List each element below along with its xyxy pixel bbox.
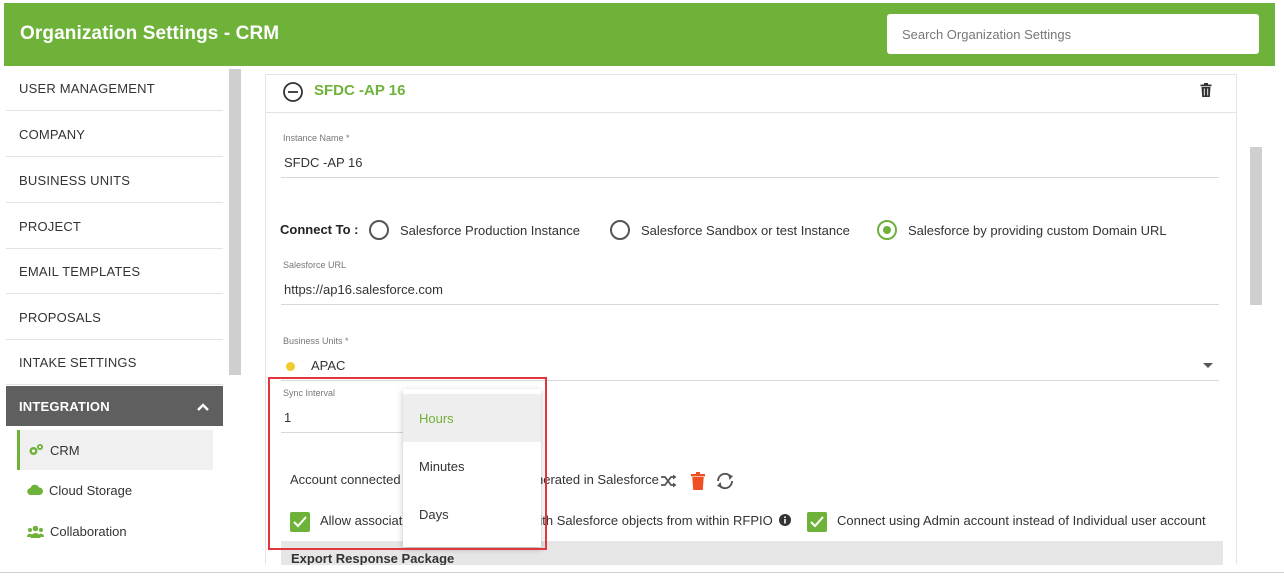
shuffle-icon[interactable] (660, 473, 678, 489)
business-units-label: Business Units * (283, 336, 349, 346)
radio-circle (610, 220, 630, 240)
instance-card-header: SFDC -AP 16 (266, 75, 1236, 113)
instance-name-underline (281, 177, 1219, 178)
radio-label: Salesforce Production Instance (400, 222, 580, 238)
sidebar-subitem-label: Collaboration (50, 523, 127, 539)
sidebar-item-business-units[interactable]: BUSINESS UNITS (6, 158, 223, 203)
radio-circle-selected (877, 220, 897, 240)
page-title: Organization Settings - CRM (20, 23, 280, 44)
chevron-up-icon (197, 403, 209, 411)
delete-icon-orange[interactable] (691, 472, 705, 490)
connect-to-label: Connect To : (280, 222, 359, 237)
collapse-icon[interactable] (282, 81, 304, 103)
salesforce-url-field[interactable]: https://ap16.salesforce.com (284, 282, 443, 297)
users-icon (27, 525, 44, 538)
salesforce-url-underline (281, 304, 1219, 305)
radio-circle (369, 220, 389, 240)
business-unit-color-dot (286, 362, 295, 371)
radio-custom-domain[interactable]: Salesforce by providing custom Domain UR… (877, 220, 1167, 240)
sidebar-item-proposals[interactable]: PROPOSALS (6, 295, 223, 340)
account-connected-text-cont: nerated in Salesforce (536, 472, 659, 487)
admin-account-text: Connect using Admin account instead of I… (837, 513, 1206, 528)
sidebar-subitem-label: CRM (50, 442, 80, 458)
cloud-icon (27, 484, 43, 496)
instance-title: SFDC -AP 16 (314, 82, 406, 99)
sidebar-scrollbar[interactable] (229, 69, 241, 375)
main-scrollbar[interactable] (1250, 147, 1262, 305)
sync-icon[interactable] (715, 472, 735, 490)
app-header: Organization Settings - CRM (4, 3, 1275, 66)
radio-production[interactable]: Salesforce Production Instance (369, 220, 580, 240)
sidebar-item-project[interactable]: PROJECT (6, 204, 223, 249)
search-box[interactable] (887, 14, 1259, 54)
dropdown-arrow-icon[interactable] (1203, 363, 1213, 368)
sidebar-item-user-management[interactable]: USER MANAGEMENT (6, 66, 223, 111)
sidebar: USER MANAGEMENT COMPANY BUSINESS UNITS P… (6, 66, 223, 556)
bottom-divider (0, 572, 1284, 573)
salesforce-url-label: Salesforce URL (283, 260, 347, 270)
radio-label: Salesforce by providing custom Domain UR… (908, 222, 1167, 238)
allow-association-text-cont: with Salesforce objects from within RFPI… (530, 513, 773, 528)
instance-name-field[interactable]: SFDC -AP 16 (284, 155, 363, 170)
export-section-title: Export Response Package (291, 551, 455, 565)
sidebar-subitem-cloud-storage[interactable]: Cloud Storage (17, 470, 213, 510)
delete-icon[interactable] (1200, 83, 1212, 97)
admin-account-checkbox[interactable] (807, 512, 827, 532)
sidebar-item-integration[interactable]: INTEGRATION (6, 386, 223, 426)
sidebar-item-email-templates[interactable]: EMAIL TEMPLATES (6, 249, 223, 294)
info-icon[interactable] (779, 514, 791, 526)
sidebar-subitem-label: Cloud Storage (49, 482, 133, 498)
radio-sandbox[interactable]: Salesforce Sandbox or test Instance (610, 220, 850, 240)
sidebar-subitem-collaboration[interactable]: Collaboration (17, 511, 213, 551)
sidebar-subitem-crm[interactable]: CRM (17, 430, 213, 470)
sidebar-item-intake-settings[interactable]: INTAKE SETTINGS (6, 340, 223, 385)
sidebar-item-company[interactable]: COMPANY (6, 112, 223, 157)
sidebar-item-label: INTEGRATION (19, 398, 110, 414)
business-units-select[interactable]: APAC (311, 358, 345, 373)
instance-name-label: Instance Name * (283, 133, 350, 143)
highlight-annotation-box (268, 377, 547, 550)
search-input[interactable] (887, 14, 1259, 54)
radio-label: Salesforce Sandbox or test Instance (641, 222, 850, 238)
gears-icon (28, 443, 44, 457)
